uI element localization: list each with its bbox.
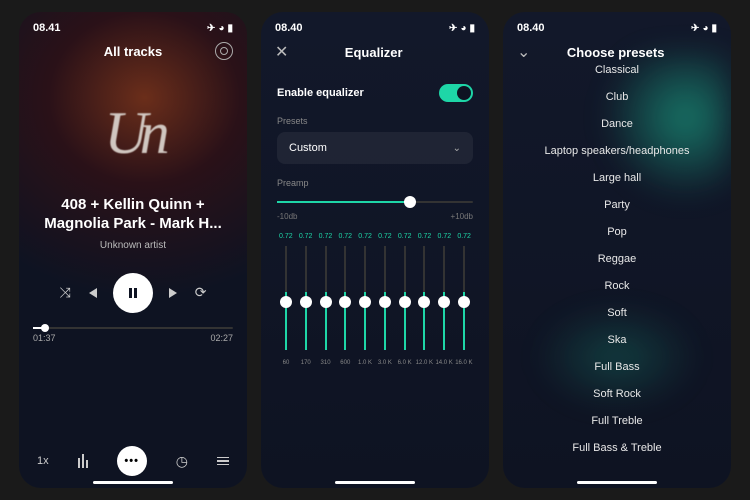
home-indicator [577, 481, 657, 484]
eq-bands: 60 170 310 600 1.0 K 3.0 K 6.0 K 12.0 K 14.0 K 16… [277, 246, 473, 366]
status-time: 08.40 [275, 22, 303, 34]
page-title: All tracks [104, 44, 163, 59]
time-labels: 01:37 02:27 [19, 329, 247, 343]
preset-item[interactable]: Full Bass [594, 353, 639, 380]
status-bar: 08.41 ✈ ◕ ▮ [19, 12, 247, 34]
status-time: 08.41 [33, 22, 61, 34]
status-icons: ✈ ◕ ▮ [207, 22, 233, 34]
preamp-max: +10db [451, 212, 473, 221]
preset-item[interactable]: Classical [595, 56, 639, 83]
band-value: 0.72 [319, 233, 333, 240]
battery-icon: ▮ [469, 23, 475, 34]
band-value: 0.72 [378, 233, 392, 240]
time-total: 02:27 [210, 333, 233, 343]
eq-band-slider[interactable]: 170 [299, 246, 313, 366]
track-artist: Unknown artist [19, 240, 247, 251]
eq-band-slider[interactable]: 16.0 K [457, 246, 471, 366]
wifi-icon: ◕ [218, 23, 224, 34]
band-value: 0.72 [358, 233, 372, 240]
status-icons: ✈ ◕ ▮ [449, 22, 475, 34]
eq-band-slider[interactable]: 6.0 K [398, 246, 412, 366]
preset-item[interactable]: Club [606, 83, 629, 110]
shuffle-button[interactable]: ⤨ [60, 284, 71, 301]
enable-eq-toggle[interactable] [439, 84, 473, 102]
preset-item[interactable]: Pop [607, 218, 627, 245]
playback-controls: ⤨ ⟳ [19, 273, 247, 313]
preset-item[interactable]: Full Treble [591, 407, 642, 434]
queue-icon[interactable] [217, 457, 229, 466]
track-title: 408 + Kellin Quinn + Magnolia Park - Mar… [19, 196, 247, 234]
status-icons: ✈ ◕ ▮ [691, 22, 717, 34]
status-bar: 08.40 ✈ ◕ ▮ [261, 12, 489, 34]
preset-item[interactable]: Laptop speakers/headphones [545, 137, 690, 164]
preamp-slider[interactable] [277, 194, 473, 210]
preamp-min: -10db [277, 212, 297, 221]
band-values: 0.72 0.72 0.72 0.72 0.72 0.72 0.72 0.72 0.72 0.72 [277, 233, 473, 240]
page-title: Equalizer [345, 45, 403, 60]
eq-band-slider[interactable]: 3.0 K [378, 246, 392, 366]
preset-item[interactable]: Full Bass & Treble [572, 434, 661, 461]
close-button[interactable]: ✕ [275, 42, 288, 62]
player-topbar: All tracks [19, 34, 247, 68]
band-value: 0.72 [338, 233, 352, 240]
status-bar: 08.40 ✈ ◕ ▮ [503, 12, 731, 34]
wifi-icon: ◕ [702, 23, 708, 34]
band-value: 0.72 [299, 233, 313, 240]
screen-player: 08.41 ✈ ◕ ▮ All tracks Un 408 + Kellin Q… [19, 12, 247, 488]
preset-item[interactable]: Soft [607, 299, 627, 326]
play-pause-button[interactable] [113, 273, 153, 313]
preset-item[interactable]: Party [604, 191, 630, 218]
bottom-bar: 1x ••• ◷ [19, 446, 247, 476]
album-art: Un [68, 78, 198, 188]
more-button[interactable]: ••• [117, 446, 147, 476]
eq-band-slider[interactable]: 1.0 K [358, 246, 372, 366]
band-value: 0.72 [279, 233, 293, 240]
eq-band-slider[interactable]: 14.0 K [437, 246, 451, 366]
previous-button[interactable] [85, 286, 99, 300]
screen-equalizer: 08.40 ✈ ◕ ▮ ✕ Equalizer Enable equalizer… [261, 12, 489, 488]
preset-item[interactable]: Large hall [593, 164, 641, 191]
preset-selected: Custom [289, 142, 327, 154]
status-time: 08.40 [517, 22, 545, 34]
screen-presets: 08.40 ✈ ◕ ▮ ⌄ Choose presets ClassicalCl… [503, 12, 731, 488]
wifi-icon: ◕ [460, 23, 466, 34]
equalizer-icon[interactable] [78, 454, 88, 468]
next-button[interactable] [167, 286, 181, 300]
preamp-heading: Preamp [277, 178, 473, 188]
chevron-down-icon: ⌄ [453, 143, 461, 154]
band-value: 0.72 [398, 233, 412, 240]
eq-topbar: ✕ Equalizer [261, 34, 489, 70]
preset-item[interactable]: Reggae [598, 245, 637, 272]
preset-item[interactable]: Soft Rock [593, 380, 641, 407]
preset-dropdown[interactable]: Custom ⌄ [277, 132, 473, 164]
home-indicator [335, 481, 415, 484]
preset-item[interactable]: Rock [604, 272, 629, 299]
timer-icon[interactable]: ◷ [176, 453, 188, 470]
airplane-icon: ✈ [449, 23, 457, 34]
cast-icon[interactable] [215, 42, 233, 60]
eq-band-slider[interactable]: 600 [338, 246, 352, 366]
presets-heading: Presets [277, 116, 473, 126]
preset-item[interactable]: Ska [608, 326, 627, 353]
airplane-icon: ✈ [207, 23, 215, 34]
preset-item[interactable]: Dance [601, 110, 633, 137]
eq-band-slider[interactable]: 310 [319, 246, 333, 366]
battery-icon: ▮ [711, 23, 717, 34]
eq-band-slider[interactable]: 12.0 K [417, 246, 431, 366]
eq-band-slider[interactable]: 60 [279, 246, 293, 366]
airplane-icon: ✈ [691, 23, 699, 34]
band-value: 0.72 [438, 233, 452, 240]
enable-eq-label: Enable equalizer [277, 87, 364, 99]
battery-icon: ▮ [227, 23, 233, 34]
preset-list: ClassicalClubDanceLaptop speakers/headph… [503, 48, 731, 478]
speed-button[interactable]: 1x [37, 455, 49, 467]
home-indicator [93, 481, 173, 484]
time-elapsed: 01:37 [33, 333, 56, 343]
band-value: 0.72 [457, 233, 471, 240]
progress-slider[interactable] [33, 327, 233, 329]
repeat-button[interactable]: ⟳ [195, 284, 207, 301]
band-value: 0.72 [418, 233, 432, 240]
